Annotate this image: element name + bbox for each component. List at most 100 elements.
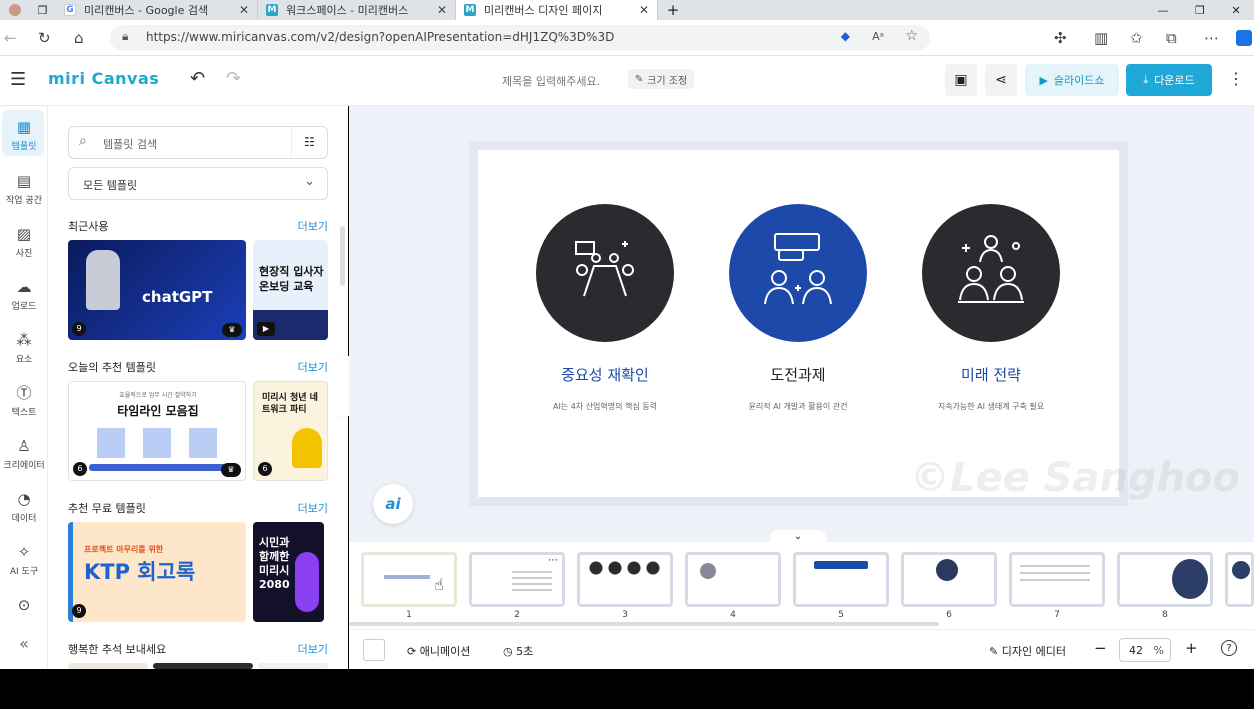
read-aloud-icon[interactable]: Aᵃ [872,30,884,43]
help-icon[interactable]: ? [1221,640,1237,656]
tab-google-search[interactable]: G 미리캔버스 - Google 검색 ✕ [56,0,258,20]
undo-icon[interactable]: ↶ [190,68,205,89]
zoom-input[interactable]: 42 % [1119,638,1171,662]
timer-button[interactable]: ◷ 5초 [503,643,533,659]
split-screen-icon[interactable]: ▥ [1094,29,1108,47]
design-editor-button[interactable]: ✎ 디자인 에디터 [989,643,1066,659]
more-link-free[interactable]: 더보기 [298,500,328,516]
timer-label: 5초 [516,645,534,658]
resize-button[interactable]: ✎ 크기 조정 [628,69,694,89]
close-icon[interactable]: ✕ [639,3,649,17]
slide-item-circle-3[interactable] [922,204,1060,342]
rail-item-upload[interactable]: ☁ 업로드 [0,278,48,312]
app-header: ☰ miri Canvas ↶ ↷ 제목을 입력해주세요. ✎ 크기 조정 ▣ ⋖… [0,56,1254,106]
slide-item-desc-1[interactable]: AI는 4차 산업혁명의 핵심 동력 [495,401,715,412]
filter-icon[interactable]: ☷ [291,127,327,158]
back-icon[interactable]: ← [4,29,17,47]
url-field[interactable]: 🔒︎ https://www.miricanvas.com/v2/design?… [110,25,930,51]
slide-item-desc-2[interactable]: 윤리적 AI 개발과 활용이 관건 [688,401,908,412]
rail-item-photo[interactable]: ▨ 사진 [0,225,48,259]
more-link-chuseok[interactable]: 더보기 [298,641,328,657]
copilot-icon[interactable] [1236,30,1252,46]
tab-design-page[interactable]: M 미리캔버스 디자인 페이지 ✕ [456,0,658,20]
close-icon[interactable]: ✕ [437,3,447,17]
rail-item-data[interactable]: ◔ 데이터 [0,490,48,524]
tab-workspace[interactable]: M 워크스페이스 - 미리캔버스 ✕ [258,0,456,20]
save-icon[interactable]: ▣ [945,64,977,96]
page-thumb-5[interactable] [793,552,889,607]
rail-item-template[interactable]: ▦ 템플릿 [0,118,48,152]
zoom-in-icon[interactable]: + [1185,639,1198,657]
search-input[interactable]: 템플릿 검색 [103,136,157,152]
extensions-icon[interactable]: ✣ [1054,29,1067,47]
slideshow-button[interactable]: ▶ 슬라이드쇼 [1025,64,1119,96]
collapse-panel-icon[interactable]: « [0,634,48,653]
rail-item-elements[interactable]: ⁂ 요소 [0,331,48,365]
restore-icon[interactable]: ❐ [1195,4,1205,17]
discussion-icon [764,233,832,305]
new-tab-icon[interactable]: + [658,0,688,20]
refresh-icon[interactable]: ↻ [38,29,51,47]
page-thumb-3[interactable] [577,552,673,607]
page-thumb-9[interactable] [1225,552,1254,607]
page-thumb-8[interactable] [1117,552,1213,607]
slide-item-title-2[interactable]: 도전과제 [698,364,898,385]
background-color-swatch[interactable] [363,639,385,661]
close-icon[interactable]: ✕ [239,3,249,17]
template-card-miri-2080[interactable]: 시민과 함께한 미리시 2080 [253,522,324,622]
more-menu-icon[interactable]: ⋯ [1204,29,1219,47]
thumbnail-scrollbar[interactable] [349,622,939,626]
slide-item-title-1[interactable]: 중요성 재확인 [505,364,705,385]
pencil-icon: ✎ [634,73,644,85]
template-card-ktp[interactable]: 프로젝트 마무리를 위한 KTP 회고록 9 [68,522,246,622]
slide-item-title-3[interactable]: 미래 전략 [891,364,1091,385]
animation-button[interactable]: ⟳ 애니메이션 [407,643,470,659]
slide-item-desc-3[interactable]: 지속가능한 AI 생태계 구축 필요 [881,401,1101,412]
thumb-content [700,563,716,579]
rail-item-creator[interactable]: ♙ 크리에이터 [0,437,48,471]
more-link-recent[interactable]: 더보기 [298,218,328,234]
template-card-network-party[interactable]: 미리시 청년 네트워크 파티 6 [253,381,328,481]
slide-canvas[interactable]: 중요성 재확인 도전과제 미래 전략 AI는 4차 산업혁명의 핵심 동력 윤리… [478,150,1119,497]
page-thumb-1[interactable]: ☝ [361,552,457,607]
play-circle-icon[interactable]: ⊙ [0,596,48,614]
template-card-timeline[interactable]: 효율적으로 업무 시간 절약하기 타임라인 모음집 6 ♛ [68,381,246,481]
zoom-out-icon[interactable]: − [1094,639,1107,657]
more-link-recommended[interactable]: 더보기 [298,359,328,375]
rail-item-workspace[interactable]: ▤ 작업 공간 [0,172,48,206]
rail-item-text[interactable]: Ⓣ 텍스트 [0,384,48,418]
profile-avatar-icon[interactable] [8,4,21,16]
favorite-star-icon[interactable]: ☆ [905,28,918,44]
slide-item-circle-1[interactable] [536,204,674,342]
template-card-chatgpt[interactable]: chatGPT 9 ♛ [68,240,246,340]
download-button[interactable]: ⤓ 다운로드 [1126,64,1212,96]
page-more-icon[interactable]: ⋯ [548,555,558,566]
rail-label: 작업 공간 [6,196,42,206]
page-thumb-7[interactable] [1009,552,1105,607]
template-card-onboarding[interactable]: 현장직 입사자 온보딩 교육 ▶ [253,240,328,340]
template-category-select[interactable]: 모든 템플릿 ⌄ [68,167,328,200]
rail-item-ai-tools[interactable]: ✧ AI 도구 [0,543,48,577]
hamburger-menu-icon[interactable]: ☰ [10,69,26,90]
page-thumb-2[interactable]: ⋯ [469,552,565,607]
home-icon[interactable]: ⌂ [74,29,84,47]
tag-icon[interactable]: ◆ [841,29,850,43]
more-options-icon[interactable]: ⋮ [1228,69,1244,88]
watermark-text: ©Lee Sanghoon [910,455,1240,501]
minimize-icon[interactable]: — [1157,4,1168,17]
redo-icon[interactable]: ↷ [226,68,241,89]
slide-item-circle-2[interactable] [729,204,867,342]
page-thumb-4[interactable] [685,552,781,607]
page-thumb-6[interactable] [901,552,997,607]
lock-icon[interactable]: 🔒︎ [122,29,128,44]
workspaces-icon[interactable]: ❐ [38,4,48,17]
document-title-input[interactable]: 제목을 입력해주세요. [502,73,600,89]
close-window-icon[interactable]: ✕ [1231,4,1240,17]
template-search-box[interactable]: ⌕ 템플릿 검색 ☷ [68,126,328,159]
favorites-icon[interactable]: ✩ [1130,29,1143,47]
collections-icon[interactable]: ⧉ [1166,29,1177,47]
app-logo[interactable]: miri Canvas [48,69,159,88]
panel-scrollbar[interactable] [340,226,345,286]
share-icon[interactable]: ⋖ [985,64,1017,96]
ai-assistant-icon[interactable]: ai [373,484,413,524]
